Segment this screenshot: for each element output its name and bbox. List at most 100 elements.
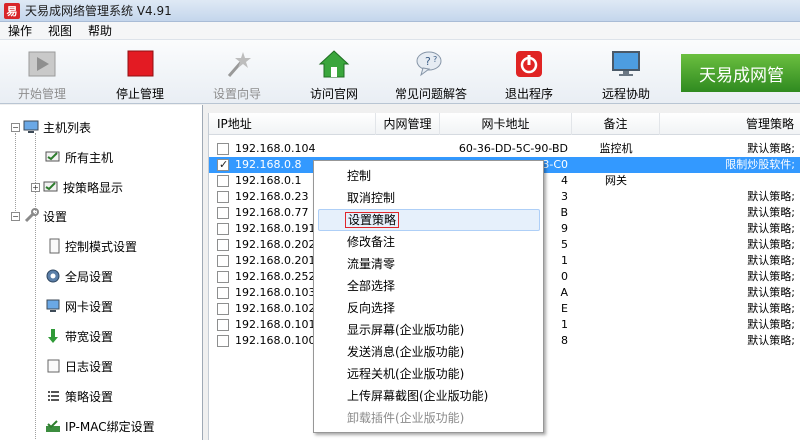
row-checkbox[interactable] bbox=[217, 271, 229, 283]
context-menu-item[interactable]: 发送消息(企业版功能) bbox=[318, 341, 540, 363]
visit-website-button[interactable]: 访问官网 bbox=[294, 48, 374, 102]
tree-item-host-list[interactable]: − 主机列表 bbox=[11, 116, 91, 138]
tree-item-bandwidth-settings[interactable]: 带宽设置 bbox=[45, 325, 113, 347]
faq-button[interactable]: ?? 常见问题解答 bbox=[391, 48, 471, 102]
tree-label: 策略设置 bbox=[65, 389, 114, 404]
context-menu: 控制取消控制设置策略修改备注流量清零全部选择反向选择显示屏幕(企业版功能) 发送消… bbox=[313, 160, 544, 433]
context-menu-label: 反向选择 bbox=[347, 301, 396, 315]
stop-manage-label: 停止管理 bbox=[115, 87, 164, 101]
tree-item-control-mode[interactable]: 控制模式设置 bbox=[45, 235, 137, 257]
context-menu-label: 流量清零 bbox=[347, 257, 396, 271]
context-menu-item[interactable]: 取消控制 bbox=[318, 187, 540, 209]
tree-item-policy-settings[interactable]: 策略设置 bbox=[45, 385, 113, 407]
context-menu-item[interactable]: 显示屏幕(企业版功能) bbox=[318, 319, 540, 341]
note-cell: 网关 bbox=[605, 174, 627, 187]
start-manage-button[interactable]: 开始管理 bbox=[2, 48, 82, 102]
window-title: 天易成网络管理系统 V4.91 bbox=[25, 4, 172, 18]
collapse-icon[interactable]: − bbox=[11, 122, 20, 132]
policy-cell: 默认策略; bbox=[747, 142, 795, 155]
tree-label: 设置 bbox=[43, 209, 68, 224]
note-cell: 监控机 bbox=[599, 142, 633, 155]
note-cell bbox=[572, 221, 660, 237]
context-menu-item[interactable]: 修改备注 bbox=[318, 231, 540, 253]
row-checkbox[interactable] bbox=[217, 335, 229, 347]
tree-item-ip-mac-binding[interactable]: IP-MAC绑定设置 bbox=[45, 415, 155, 437]
column-note[interactable]: 备注 bbox=[572, 113, 660, 135]
tree-label: IP-MAC绑定设置 bbox=[65, 419, 155, 434]
brand-logo: 天易成网管 bbox=[681, 54, 800, 92]
stop-manage-button[interactable]: 停止管理 bbox=[100, 48, 180, 102]
faq-label: 常见问题解答 bbox=[394, 87, 467, 101]
row-checkbox[interactable] bbox=[217, 207, 229, 219]
policy-cell: 默认策略; bbox=[747, 222, 795, 235]
context-menu-label: 卸载插件(企业版功能) bbox=[347, 411, 465, 425]
column-policy[interactable]: 管理策略 bbox=[660, 113, 800, 135]
note-cell bbox=[572, 269, 660, 285]
expand-icon[interactable]: + bbox=[31, 182, 40, 192]
context-menu-item[interactable]: 上传屏幕截图(企业版功能) bbox=[318, 385, 540, 407]
policy-cell: 默认策略; bbox=[747, 270, 795, 283]
row-checkbox[interactable] bbox=[217, 175, 229, 187]
toolbar: 开始管理 停止管理 设置向导 访问官网 ?? 常见问题解答 退出程序 远程协助 bbox=[0, 40, 800, 104]
context-menu-label: 修改备注 bbox=[347, 235, 396, 249]
policy-cell: 默认策略; bbox=[747, 254, 795, 267]
remote-assist-button[interactable]: 远程协助 bbox=[586, 48, 666, 102]
table-row[interactable]: 192.168.0.104 60-36-DD-5C-90-BD 监控机 默认策略; bbox=[209, 141, 800, 157]
row-checkbox[interactable] bbox=[217, 143, 229, 155]
note-cell bbox=[572, 301, 660, 317]
context-menu-label: 远程关机(企业版功能) bbox=[347, 367, 465, 381]
column-mac[interactable]: 网卡地址 bbox=[440, 113, 572, 135]
tree-item-log-settings[interactable]: 日志设置 bbox=[45, 355, 113, 377]
context-menu-item[interactable]: 流量清零 bbox=[318, 253, 540, 275]
column-ip[interactable]: IP地址 bbox=[209, 113, 376, 135]
note-cell bbox=[572, 253, 660, 269]
wrench-icon bbox=[23, 208, 39, 224]
collapse-icon[interactable]: − bbox=[11, 211, 20, 221]
row-checkbox[interactable] bbox=[217, 287, 229, 299]
setup-wizard-button[interactable]: 设置向导 bbox=[197, 48, 277, 102]
tree-label: 控制模式设置 bbox=[65, 239, 138, 254]
title-bar: 易 天易成网络管理系统 V4.91 bbox=[0, 0, 800, 22]
policy-cell: 默认策略; bbox=[747, 318, 795, 331]
faq-icon: ?? bbox=[415, 48, 447, 80]
column-lan-manage[interactable]: 内网管理 bbox=[376, 113, 440, 135]
tree-label: 全局设置 bbox=[65, 269, 114, 284]
tree-item-global-settings[interactable]: 全局设置 bbox=[45, 265, 113, 287]
tree-item-all-hosts[interactable]: 所有主机 bbox=[45, 146, 113, 168]
context-menu-label: 显示屏幕(企业版功能) bbox=[347, 323, 465, 337]
row-checkbox[interactable] bbox=[217, 255, 229, 267]
computer-icon bbox=[23, 119, 39, 135]
tree-label: 日志设置 bbox=[65, 359, 114, 374]
context-menu-item[interactable]: 反向选择 bbox=[318, 297, 540, 319]
row-checkbox[interactable] bbox=[217, 223, 229, 235]
row-checkbox[interactable] bbox=[217, 319, 229, 331]
tree-item-nic-settings[interactable]: 网卡设置 bbox=[45, 295, 113, 317]
tree-item-settings[interactable]: − 设置 bbox=[11, 205, 67, 227]
tree-item-by-policy[interactable]: + 按策略显示 bbox=[31, 176, 123, 198]
context-menu-item[interactable]: 控制 bbox=[318, 165, 540, 187]
context-menu-item[interactable]: 远程关机(企业版功能) bbox=[318, 363, 540, 385]
policy-cell: 限制炒股软件; bbox=[725, 158, 795, 171]
context-menu-item[interactable]: 设置策略 bbox=[318, 209, 540, 231]
row-checkbox[interactable] bbox=[217, 191, 229, 203]
list-header: IP地址 内网管理 网卡地址 备注 管理策略 bbox=[209, 113, 800, 135]
row-checkbox[interactable] bbox=[217, 239, 229, 251]
bind-icon bbox=[45, 418, 61, 434]
policy-cell bbox=[660, 173, 800, 189]
svg-text:?: ? bbox=[425, 55, 431, 68]
context-menu-label: 控制 bbox=[347, 169, 372, 183]
menu-help[interactable]: 帮助 bbox=[80, 22, 120, 39]
mac-cell: 60-36-DD-5C-90-BD bbox=[458, 142, 568, 155]
context-menu-label: 全部选择 bbox=[347, 279, 396, 293]
row-checkbox[interactable] bbox=[217, 303, 229, 315]
context-menu-label: 设置策略 bbox=[345, 212, 400, 228]
menu-view[interactable]: 视图 bbox=[40, 22, 80, 39]
menu-operate[interactable]: 操作 bbox=[0, 22, 40, 39]
context-menu-item[interactable]: 全部选择 bbox=[318, 275, 540, 297]
exit-program-button[interactable]: 退出程序 bbox=[489, 48, 569, 102]
context-menu-item[interactable]: 卸载插件(企业版功能) bbox=[318, 407, 540, 429]
row-checkbox[interactable] bbox=[217, 157, 229, 173]
start-manage-label: 开始管理 bbox=[17, 87, 66, 101]
start-manage-icon bbox=[26, 48, 58, 80]
context-menu-label: 取消控制 bbox=[347, 191, 396, 205]
